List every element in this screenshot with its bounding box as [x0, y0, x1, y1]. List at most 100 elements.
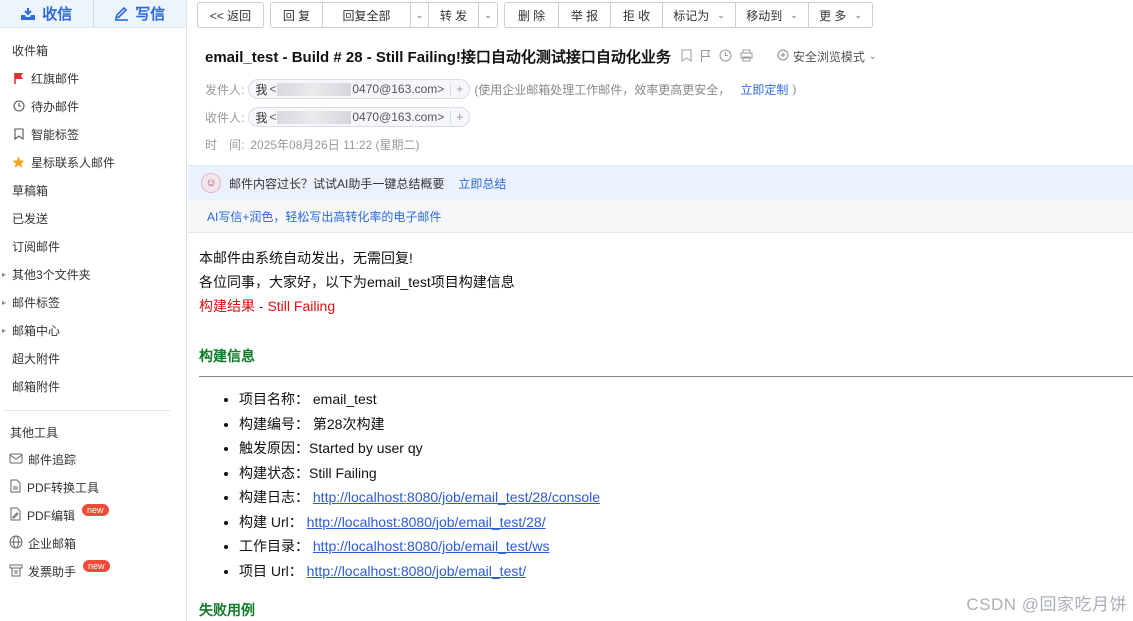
workspace-link[interactable]: http://localhost:8080/job/email_test/ws — [313, 538, 550, 554]
sidebar-item-label: 已发送 — [12, 211, 49, 226]
tool-enterprise-mail[interactable]: 企业邮箱 — [0, 529, 186, 557]
time-value: 2025年08月26日 11:22 (星期二) — [250, 138, 420, 152]
print-icon[interactable] — [740, 49, 753, 65]
list-item: 项目 Url： http://localhost:8080/job/email_… — [239, 559, 1133, 584]
sidebar-item-mailbox-attachments[interactable]: 邮箱附件 — [0, 372, 186, 400]
new-badge: new — [82, 504, 109, 516]
tool-pdf-edit[interactable]: PDF编辑 new — [0, 501, 186, 529]
sidebar-item-label: 红旗邮件 — [31, 71, 80, 86]
sidebar-item-todo[interactable]: 待办邮件 — [0, 92, 186, 120]
move-to-menu[interactable]: 移动到 ⌄ — [736, 3, 809, 27]
caret-right-icon: ▸ — [2, 269, 7, 279]
clock-icon[interactable] — [719, 49, 732, 65]
sender-chip[interactable]: 我 <0470@163.com> + — [248, 79, 471, 99]
back-button[interactable]: << 返回 — [197, 2, 264, 28]
build-log-link[interactable]: http://localhost:8080/job/email_test/28/… — [313, 489, 600, 505]
sidebar-item-smart-tags[interactable]: 智能标签 — [0, 120, 186, 148]
add-contact-icon[interactable]: + — [450, 110, 463, 124]
time-row: 时 间: 2025年08月26日 11:22 (星期二) — [205, 136, 420, 153]
body-line: 本邮件由系统自动发出，无需回复! — [199, 250, 413, 266]
shield-icon — [777, 49, 789, 64]
subject-row: email_test - Build # 28 - Still Failing!… — [205, 46, 876, 67]
pen-icon — [114, 6, 129, 21]
sidebar: 收信 写信 收件箱 红旗邮件 待办邮件 智能标签 星标联系人邮件 草稿箱 已发送… — [0, 0, 187, 621]
sidebar-item-label: 星标联系人邮件 — [31, 155, 116, 170]
item-label: 项目 Url： — [239, 562, 303, 579]
reject-button[interactable]: 拒 收 — [611, 3, 663, 27]
sidebar-item-subscriptions[interactable]: 订阅邮件 — [0, 232, 186, 260]
ai-write-banner[interactable]: AI写信+润色，轻松写出高转化率的电子邮件 — [188, 200, 1133, 233]
divider — [199, 376, 1133, 377]
report-button[interactable]: 举 报 — [559, 3, 611, 27]
from-label: 发件人: — [205, 82, 245, 97]
mail-subject: email_test - Build # 28 - Still Failing!… — [205, 49, 671, 66]
star-icon — [12, 156, 25, 169]
item-label: 构建 Url： — [239, 513, 303, 530]
redacted-block — [277, 110, 352, 124]
redacted-block — [277, 82, 352, 96]
sidebar-item-flagged[interactable]: 红旗邮件 — [0, 64, 186, 92]
globe-icon — [9, 535, 23, 552]
item-label: 构建日志： — [239, 489, 309, 505]
item-label: 构建编号： — [239, 415, 309, 432]
build-url-link[interactable]: http://localhost:8080/job/email_test/28/ — [307, 514, 546, 530]
list-item: 构建状态：Still Failing — [239, 461, 1133, 486]
item-value: Started by user qy — [309, 440, 423, 456]
enterprise-hint: (使用企业邮箱处理工作邮件，效率更高更安全， — [474, 82, 731, 97]
project-url-link[interactable]: http://localhost:8080/job/email_test/ — [307, 563, 526, 579]
forward-dropdown[interactable]: ⌄ — [479, 3, 497, 27]
chevron-down-icon: ⌄ — [868, 51, 877, 61]
add-contact-icon[interactable]: + — [450, 82, 463, 96]
sidebar-item-starred-contacts[interactable]: 星标联系人邮件 — [0, 148, 186, 176]
sidebar-item-other-folders[interactable]: ▸ 其他3个文件夹 — [0, 260, 186, 288]
forward-button[interactable]: 转 发 — [429, 3, 479, 27]
sidebar-item-sent[interactable]: 已发送 — [0, 204, 186, 232]
receive-button[interactable]: 收信 — [0, 0, 93, 27]
item-label: 项目名称： — [239, 391, 309, 407]
list-item: 构建编号： 第28次构建 — [239, 412, 1133, 437]
reply-button[interactable]: 回 复 — [271, 3, 323, 27]
sidebar-item-inbox[interactable]: 收件箱 — [0, 36, 186, 64]
recipient-chip[interactable]: 我 <0470@163.com> + — [248, 107, 471, 127]
item-value: email_test — [312, 391, 377, 407]
ai-write-text: AI写信+润色，轻松写出高转化率的电子邮件 — [207, 209, 442, 224]
sidebar-item-large-attachments[interactable]: 超大附件 — [0, 344, 186, 372]
toolbar: << 返回 回 复 回复全部 ⌄ 转 发 ⌄ 删 除 举 报 拒 收 标记为 ⌄ … — [188, 0, 1133, 30]
action-group: 删 除 举 报 拒 收 标记为 ⌄ 移动到 ⌄ 更 多 ⌄ — [504, 2, 873, 28]
delete-button[interactable]: 删 除 — [505, 3, 559, 27]
sidebar-item-mail-center[interactable]: ▸ 邮箱中心 — [0, 316, 186, 344]
recipient-addr-prefix: < — [269, 110, 277, 124]
section-heading-failed-cases: 失败用例 — [199, 602, 255, 618]
ai-summary-link[interactable]: 立即总结 — [458, 175, 506, 192]
sidebar-item-label: 邮箱中心 — [12, 323, 61, 338]
safe-browse-mode[interactable]: 安全浏览模式 ⌄ — [777, 48, 877, 65]
sidebar-item-drafts[interactable]: 草稿箱 — [0, 176, 186, 204]
tool-mail-tracking[interactable]: 邮件追踪 — [0, 445, 186, 473]
tool-pdf-convert[interactable]: PDF转换工具 — [0, 473, 186, 501]
envelope-track-icon — [9, 452, 23, 467]
bookmark-icon[interactable] — [681, 49, 692, 65]
more-menu[interactable]: 更 多 ⌄ — [809, 3, 872, 27]
mail-reader: << 返回 回 复 回复全部 ⌄ 转 发 ⌄ 删 除 举 报 拒 收 标记为 ⌄ … — [188, 0, 1133, 621]
item-label: 工作目录： — [239, 538, 309, 554]
pdf-edit-icon — [9, 507, 22, 524]
write-button[interactable]: 写信 — [92, 0, 186, 27]
flag-icon[interactable] — [700, 49, 711, 65]
sender-addr-suffix: 0470@163.com> — [352, 82, 445, 96]
reply-dropdown[interactable]: ⌄ — [411, 3, 429, 27]
chevron-down-icon: ⌄ — [717, 9, 725, 20]
reply-all-button[interactable]: 回复全部 — [323, 3, 411, 27]
mark-as-menu[interactable]: 标记为 ⌄ — [663, 3, 736, 27]
divider — [4, 410, 170, 411]
sidebar-item-mail-tags[interactable]: ▸ 邮件标签 — [0, 288, 186, 316]
caret-right-icon: ▸ — [2, 297, 7, 307]
sidebar-item-label: 超大附件 — [12, 351, 61, 366]
reply-group: 回 复 回复全部 ⌄ 转 发 ⌄ — [270, 2, 498, 28]
ai-assistant-avatar: ☺ — [201, 173, 221, 193]
tool-invoice-assistant[interactable]: 发票助手 new — [0, 557, 186, 585]
chevron-down-icon: ⌄ — [790, 9, 798, 20]
move-to-label: 移动到 — [746, 8, 783, 23]
customize-link[interactable]: 立即定制 — [740, 81, 788, 98]
mark-as-label: 标记为 — [673, 8, 710, 23]
tools-title: 其他工具 — [10, 425, 59, 440]
